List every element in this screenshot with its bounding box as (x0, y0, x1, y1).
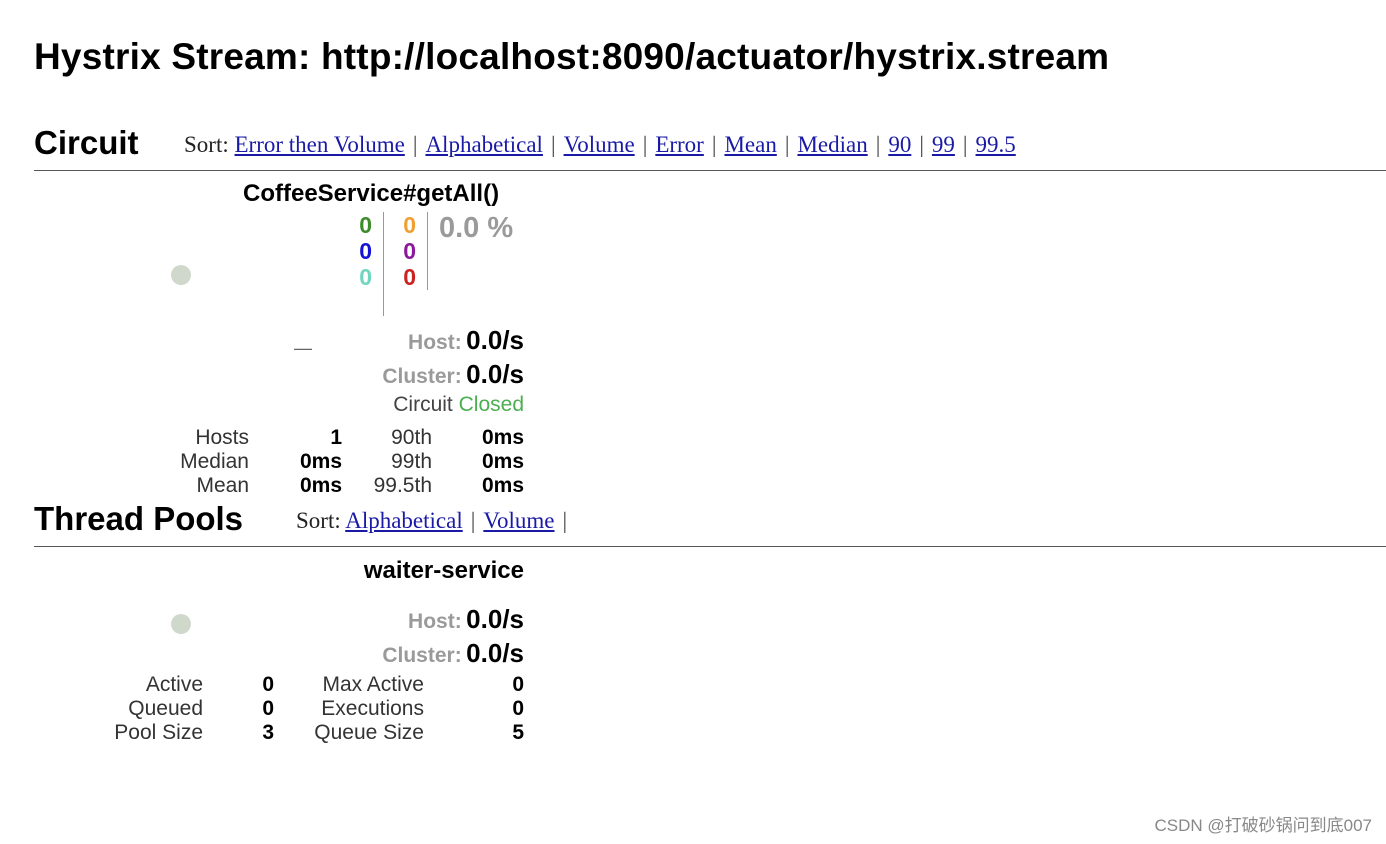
circuit-status-label: Circuit (393, 393, 453, 416)
pool-size-value: 3 (262, 721, 274, 744)
circuit-status-value: Closed (458, 393, 524, 416)
counts-divider (383, 212, 384, 316)
thread-pool-name: waiter-service (363, 557, 524, 584)
thread-pools-section-title: Thread Pools (34, 500, 244, 537)
separator: | (962, 132, 968, 157)
stat-90th-value: 0ms (481, 426, 524, 449)
pool-max-active-label: Max Active (322, 673, 424, 696)
counts-divider-2 (427, 212, 428, 290)
sort-error-link[interactable]: Error (655, 132, 704, 157)
pool-max-active-value: 0 (512, 673, 524, 696)
sort-alphabetical-link[interactable]: Alphabetical (425, 132, 543, 157)
pool-cluster-rate-label: Cluster: (382, 644, 462, 667)
thread-pools-divider (34, 546, 1386, 547)
stat-90th-label: 90th (391, 426, 432, 449)
thread-pools-sort-bar: Sort: Alphabetical | Volume | (296, 508, 575, 534)
sort-99-5-link[interactable]: 99.5 (976, 132, 1016, 157)
separator: | (642, 132, 648, 157)
separator: | (875, 132, 881, 157)
short-circuited-count: 0 (359, 238, 372, 264)
failure-count: 0 (403, 264, 416, 290)
sort-99-link[interactable]: 99 (932, 132, 955, 157)
pool-executions-value: 0 (512, 697, 524, 720)
pool-host-rate-label: Host: (408, 610, 462, 633)
page-title: Hystrix Stream: http://localhost:8090/ac… (34, 36, 1110, 77)
pool-sort-alphabetical-link[interactable]: Alphabetical (345, 508, 463, 533)
pool-cluster-rate-value: 0.0/s (466, 638, 524, 668)
timeout-count: 0 (403, 212, 416, 238)
pool-executions-label: Executions (321, 697, 424, 720)
stat-mean-value: 0ms (299, 474, 342, 497)
separator: | (412, 132, 418, 157)
cluster-rate-label: Cluster: (382, 365, 462, 388)
stat-mean-label: Mean (196, 474, 249, 497)
host-rate-value: 0.0/s (466, 325, 524, 355)
stat-hosts-value: 1 (330, 426, 342, 449)
separator: | (470, 508, 476, 533)
pool-queue-size-value: 5 (512, 721, 524, 744)
pool-queued-label: Queued (128, 697, 203, 720)
thread-pools-sort-label: Sort: (296, 508, 341, 533)
stat-hosts-label: Hosts (195, 426, 249, 449)
separator: | (919, 132, 924, 157)
bad-request-count: 0 (359, 264, 372, 290)
sort-mean-link[interactable]: Mean (724, 132, 776, 157)
watermark-text: CSDN @打破砂锅问到底007 (1154, 816, 1372, 835)
cluster-rate-value: 0.0/s (466, 359, 524, 389)
sort-volume-link[interactable]: Volume (564, 132, 635, 157)
sparkline-dash: — (294, 338, 312, 358)
thread-pool-health-dot (171, 614, 191, 634)
stat-median-label: Median (180, 450, 249, 473)
separator: | (711, 132, 717, 157)
pool-sort-volume-link[interactable]: Volume (483, 508, 554, 533)
pool-active-label: Active (145, 673, 203, 696)
sort-median-link[interactable]: Median (797, 132, 867, 157)
host-rate-label: Host: (408, 331, 462, 354)
circuit-health-dot (171, 265, 191, 285)
separator: | (550, 132, 556, 157)
pool-queue-size-label: Queue Size (314, 721, 424, 744)
sort-error-then-volume-link[interactable]: Error then Volume (234, 132, 404, 157)
success-count: 0 (359, 212, 372, 238)
error-percentage: 0.0 % (439, 212, 514, 244)
stat-99-5th-value: 0ms (481, 474, 524, 497)
pool-size-label: Pool Size (114, 721, 203, 744)
pool-queued-value: 0 (262, 697, 274, 720)
circuit-sort-bar: Sort: Error then Volume | Alphabetical | Vol… (184, 132, 1016, 158)
circuit-divider (34, 170, 1386, 171)
separator: | (562, 508, 568, 533)
stat-99-5th-label: 99.5th (373, 474, 432, 497)
circuit-section-title: Circuit (34, 124, 139, 161)
stat-99th-label: 99th (391, 450, 432, 473)
circuit-name: CoffeeService#getAll() (243, 180, 500, 207)
rejected-count: 0 (403, 238, 416, 264)
stat-99th-value: 0ms (481, 450, 524, 473)
pool-active-value: 0 (262, 673, 274, 696)
separator: | (784, 132, 790, 157)
pool-host-rate-value: 0.0/s (466, 604, 524, 634)
circuit-sort-label: Sort: (184, 132, 229, 157)
sort-90-link[interactable]: 90 (888, 132, 911, 157)
stat-median-value: 0ms (299, 450, 342, 473)
